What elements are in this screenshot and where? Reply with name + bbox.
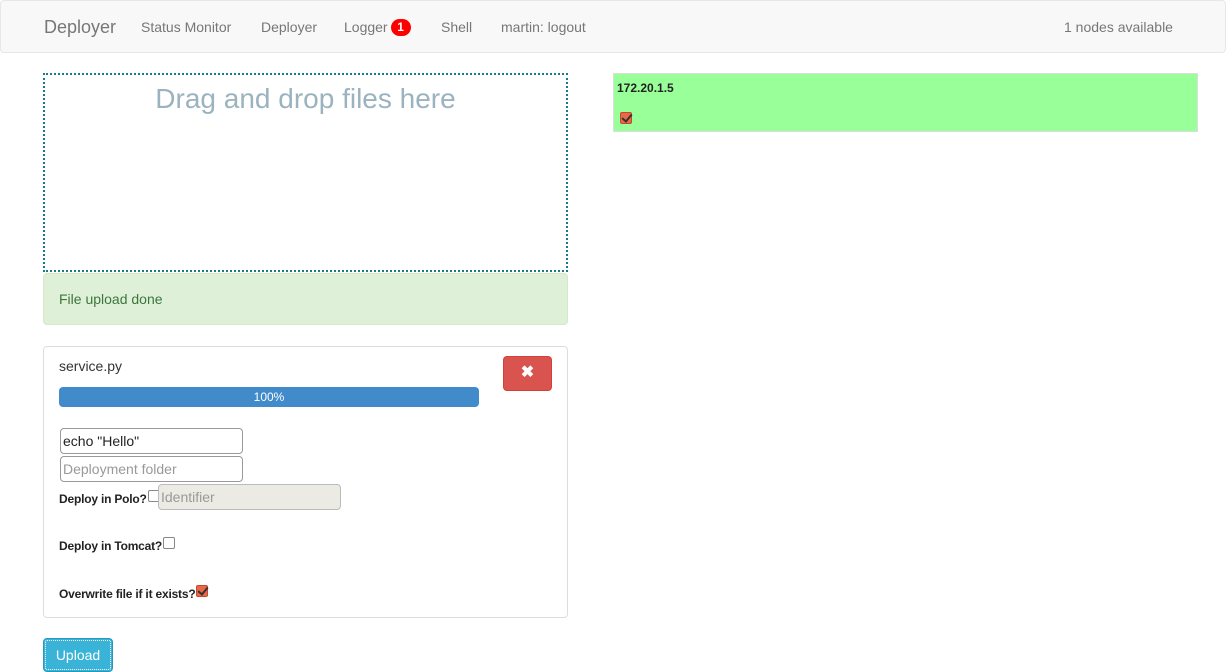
overwrite-label: Overwrite file if it exists? (59, 587, 196, 601)
upload-status-alert: File upload done (43, 273, 568, 325)
dropzone-text: Drag and drop files here (155, 83, 456, 114)
node-ip: 172.20.1.5 (617, 81, 674, 95)
times-icon: ✖ (520, 364, 535, 381)
navbar: Deployer Status Monitor Deployer Logger 1… (0, 0, 1226, 53)
upload-progress: 100% (59, 387, 479, 407)
file-panel: service.py ✖ 100% Deploy in Polo? Deploy… (43, 346, 568, 618)
tomcat-checkbox[interactable] (163, 537, 176, 549)
nodes-available-text: 1 nodes available (1064, 19, 1173, 35)
upload-button[interactable]: Upload (43, 638, 113, 672)
tomcat-row: Deploy in Tomcat? (59, 537, 176, 553)
tomcat-label: Deploy in Tomcat? (59, 539, 163, 553)
file-name: service.py (59, 358, 123, 374)
identifier-input (158, 484, 341, 510)
nav-logger-label: Logger (344, 19, 388, 35)
nav-logger[interactable]: Logger 1 (344, 19, 411, 36)
polo-row: Deploy in Polo? (59, 490, 160, 506)
overwrite-row: Overwrite file if it exists? (59, 585, 209, 601)
nav-status-monitor[interactable]: Status Monitor (141, 19, 231, 35)
file-dropzone[interactable]: Drag and drop files here (43, 73, 568, 272)
overwrite-checkbox[interactable] (196, 585, 209, 597)
nav-shell[interactable]: Shell (441, 19, 472, 35)
brand-link[interactable]: Deployer (44, 17, 116, 38)
nav-logout[interactable]: martin: logout (501, 19, 586, 35)
nav-deployer[interactable]: Deployer (261, 19, 317, 35)
remove-file-button[interactable]: ✖ (503, 356, 552, 391)
logger-badge: 1 (390, 19, 411, 36)
command-input[interactable] (60, 428, 243, 454)
deployment-folder-input[interactable] (60, 456, 243, 482)
node-select-checkbox[interactable] (620, 112, 632, 124)
upload-progress-bar: 100% (59, 387, 479, 407)
node-panel[interactable]: 172.20.1.5 (613, 73, 1198, 132)
polo-label: Deploy in Polo? (59, 492, 147, 506)
